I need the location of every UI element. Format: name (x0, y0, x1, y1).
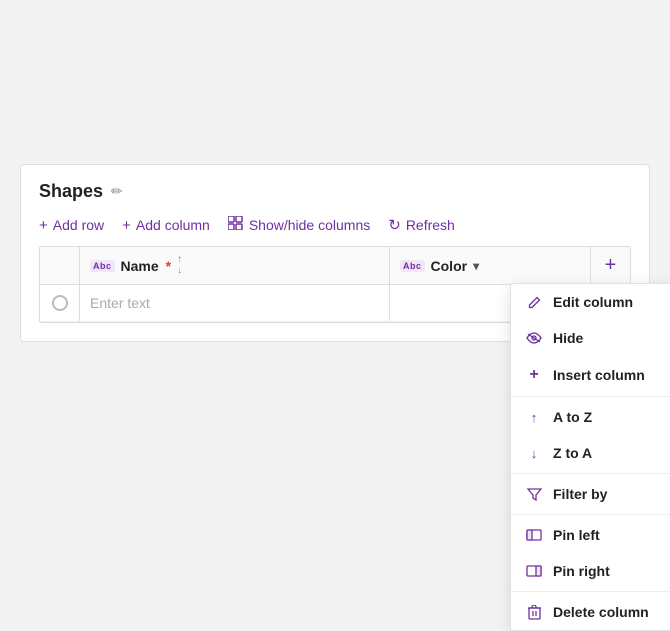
menu-label-edit-column: Edit column (553, 294, 633, 310)
menu-item-atoz[interactable]: ↑ A to Z (511, 399, 670, 435)
name-column-label: Name (121, 258, 159, 274)
required-star: * (166, 258, 171, 274)
name-abc-badge: Abc (90, 260, 115, 272)
menu-item-insert-column[interactable]: + Insert column (511, 356, 670, 394)
name-sort-icons[interactable]: ↑ ↓ (177, 255, 182, 276)
atoz-icon: ↑ (525, 410, 543, 425)
header-check-cell (40, 247, 80, 284)
hide-icon (525, 332, 543, 344)
name-placeholder-text: Enter text (90, 295, 150, 311)
ztoa-icon: ↓ (525, 446, 543, 461)
show-hide-icon (228, 216, 244, 234)
edit-column-icon (525, 295, 543, 310)
add-column-header-button[interactable]: + (590, 247, 630, 284)
page-title: Shapes (39, 181, 103, 202)
column-dropdown-menu: Edit column Hide (510, 283, 670, 631)
menu-label-ztoa: Z to A (553, 445, 592, 461)
add-row-icon: + (39, 217, 48, 234)
show-hide-columns-button[interactable]: Show/hide columns (228, 216, 370, 234)
main-card: Shapes ✏ + Add row + Add column Show/hid… (20, 164, 650, 342)
refresh-button[interactable]: ↻ Refresh (388, 216, 455, 234)
menu-label-atoz: A to Z (553, 409, 592, 425)
add-column-button[interactable]: + Add column (122, 217, 210, 234)
menu-item-ztoa[interactable]: ↓ Z to A (511, 435, 670, 471)
menu-label-pin-right: Pin right (553, 563, 610, 579)
menu-label-hide: Hide (553, 330, 583, 346)
menu-label-filter: Filter by (553, 486, 607, 502)
menu-item-edit-column[interactable]: Edit column (511, 284, 670, 320)
pin-right-icon (525, 565, 543, 577)
refresh-icon: ↻ (388, 216, 401, 234)
table-header: Abc Name * ↑ ↓ Abc Color ▾ (40, 247, 630, 285)
toolbar: + Add row + Add column Show/hide columns… (39, 216, 631, 234)
row-check-cell[interactable] (40, 285, 80, 321)
add-row-button[interactable]: + Add row (39, 217, 104, 234)
menu-item-hide[interactable]: Hide (511, 320, 670, 356)
header-color-cell: Abc Color ▾ Edit column (390, 247, 590, 284)
menu-label-delete-column: Delete column (553, 604, 649, 620)
row-radio[interactable] (52, 295, 68, 311)
menu-item-pin-left[interactable]: Pin left (511, 517, 670, 553)
menu-item-pin-right[interactable]: Pin right (511, 553, 670, 589)
menu-item-delete-column[interactable]: Delete column (511, 594, 670, 630)
sort-desc-icon[interactable]: ↓ (177, 266, 182, 276)
table: Abc Name * ↑ ↓ Abc Color ▾ (39, 246, 631, 323)
pin-left-icon (525, 529, 543, 541)
header-name-cell: Abc Name * ↑ ↓ (80, 247, 390, 284)
row-name-cell[interactable]: Enter text (80, 285, 390, 321)
delete-column-icon (525, 605, 543, 620)
title-row: Shapes ✏ (39, 181, 631, 202)
menu-item-filter[interactable]: Filter by (511, 476, 670, 512)
insert-column-icon: + (525, 366, 543, 384)
edit-title-icon[interactable]: ✏ (111, 183, 123, 200)
filter-icon (525, 488, 543, 501)
color-column-chevron[interactable]: ▾ (473, 259, 479, 273)
color-column-label: Color (431, 258, 468, 274)
menu-label-insert-column: Insert column (553, 367, 645, 383)
color-abc-badge: Abc (400, 260, 425, 272)
menu-label-pin-left: Pin left (553, 527, 600, 543)
sort-asc-icon[interactable]: ↑ (177, 255, 182, 265)
add-column-icon: + (122, 217, 131, 234)
